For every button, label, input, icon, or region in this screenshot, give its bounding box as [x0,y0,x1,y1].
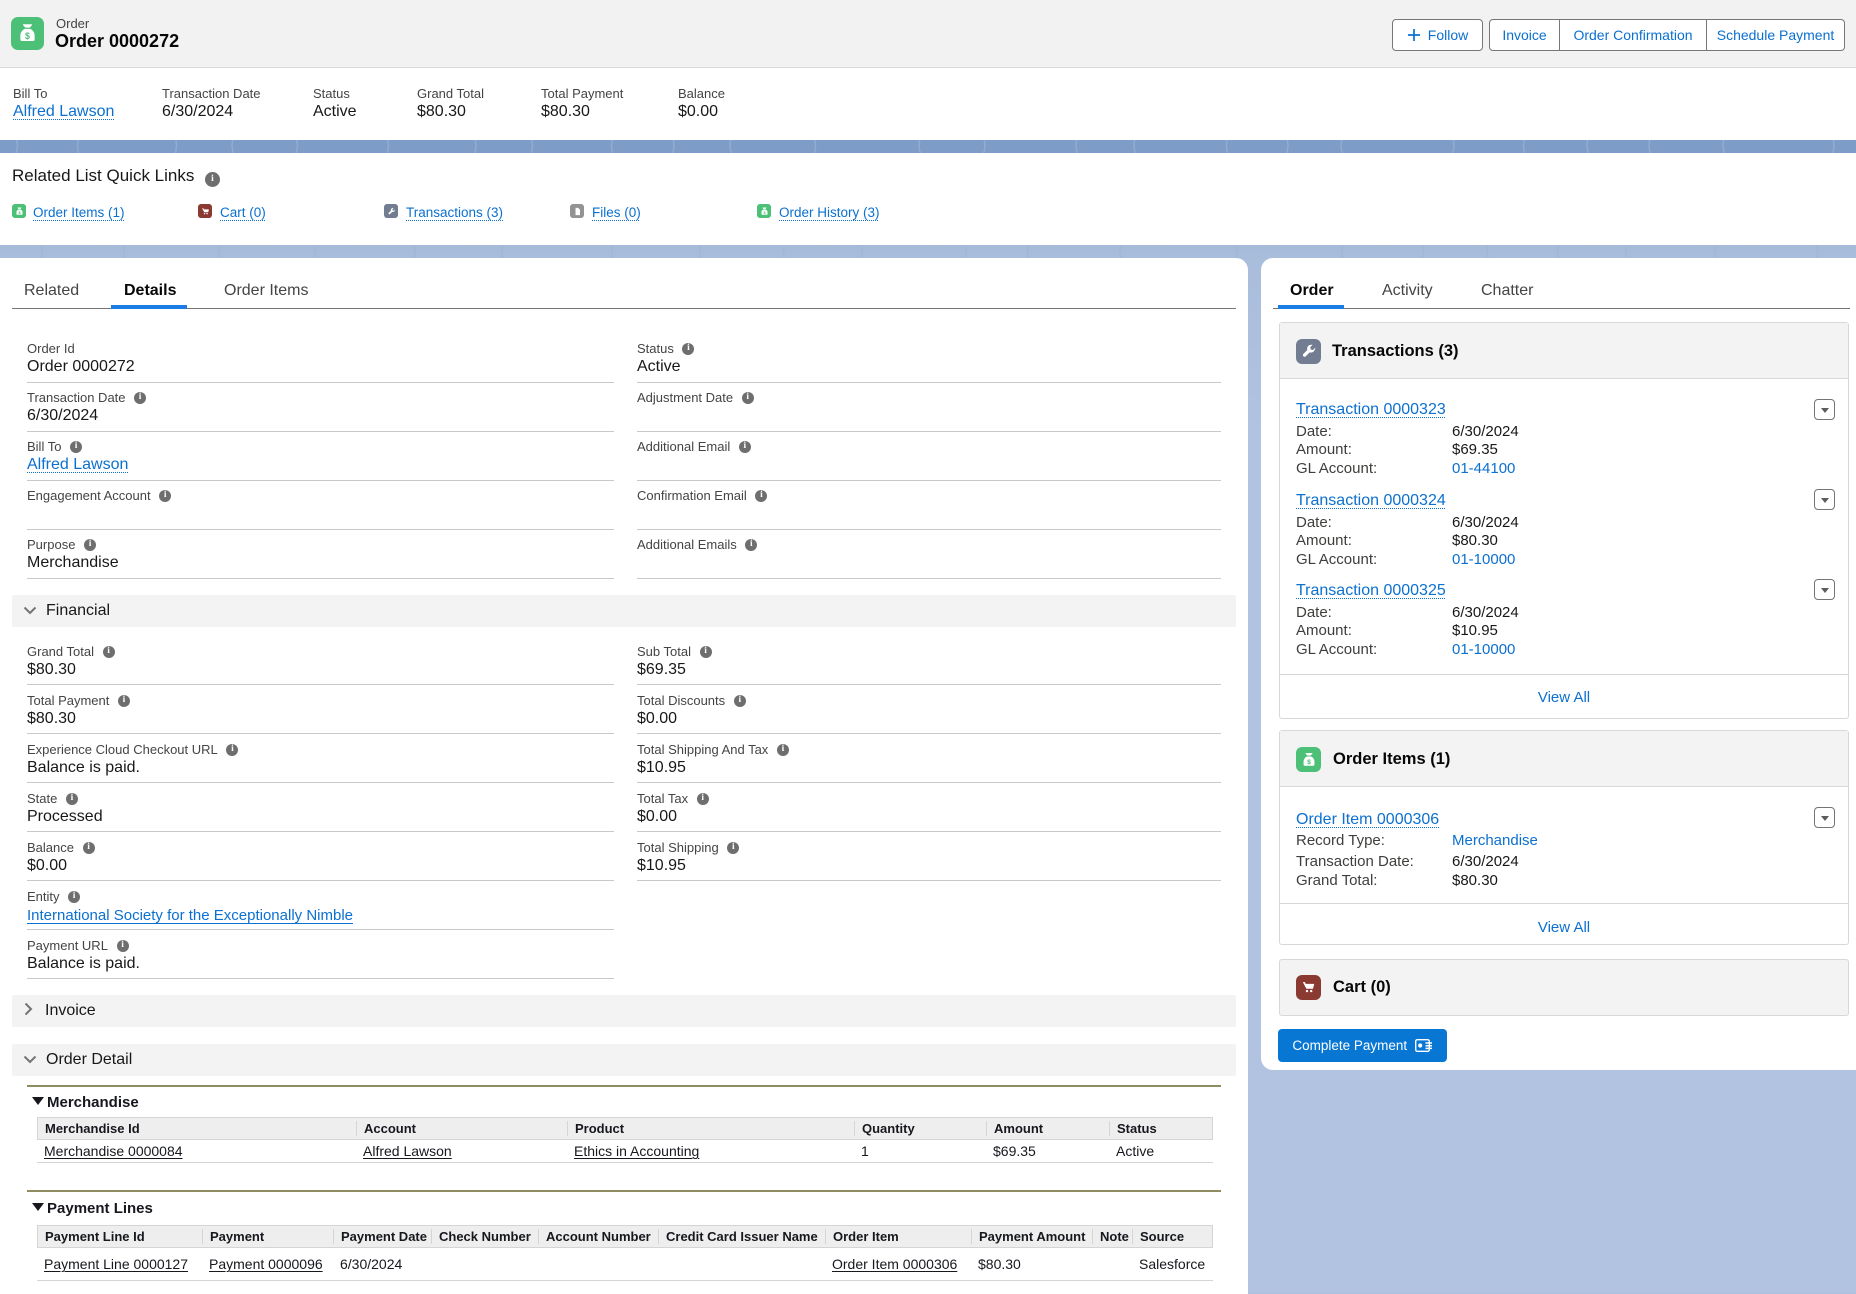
svg-text:$: $ [25,31,30,41]
svg-text:$: $ [1307,759,1311,766]
